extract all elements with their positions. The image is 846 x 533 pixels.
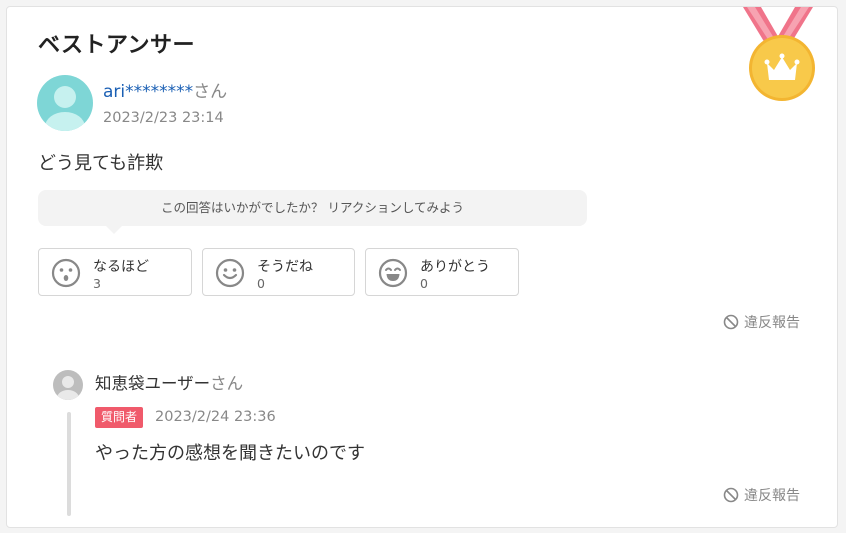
- reaction-button-soudane[interactable]: そうだね 0: [202, 248, 355, 296]
- prohibited-icon: [723, 314, 739, 330]
- surprised-face-icon: [51, 258, 81, 288]
- reaction-prompt: この回答はいかがでしたか？ リアクションしてみよう: [38, 190, 587, 226]
- avatar[interactable]: [37, 75, 93, 131]
- prompt-tail: [106, 226, 122, 234]
- best-answer-card: ベストアンサー ari********さん 2023/2/23 23:14 どう…: [6, 6, 838, 528]
- reaction-label: そうだね: [257, 259, 313, 275]
- smile-face-icon: [215, 258, 245, 288]
- questioner-name: 知恵袋ユーザー: [95, 374, 211, 393]
- report-label: 違反報告: [744, 488, 800, 504]
- reply-timestamp: 2023/2/24 23:36: [155, 409, 276, 425]
- questioner-badge: 質問者: [95, 407, 144, 428]
- reaction-label: ありがとう: [420, 259, 490, 275]
- section-title: ベストアンサー: [38, 33, 196, 58]
- happy-face-icon: [378, 258, 408, 288]
- answerer-info: ari********さん: [103, 77, 227, 102]
- questioner-suffix: さん: [210, 374, 244, 393]
- reaction-button-naruhodo[interactable]: なるほど 3: [38, 248, 192, 296]
- reaction-count: 0: [420, 276, 428, 291]
- report-label: 違反報告: [744, 315, 800, 331]
- prohibited-icon: [723, 487, 739, 503]
- reply-body: やった方の感想を聞きたいのです: [95, 443, 365, 464]
- report-link[interactable]: 違反報告: [723, 485, 800, 505]
- thread-line: [67, 412, 71, 516]
- avatar[interactable]: [53, 370, 83, 400]
- reaction-count: 3: [93, 276, 101, 291]
- reaction-label: なるほど: [93, 259, 149, 275]
- answerer-suffix: さん: [193, 82, 228, 102]
- answerer-name-link[interactable]: ari********: [103, 82, 193, 102]
- answer-body: どう見ても詐欺: [38, 153, 164, 174]
- questioner-info: 知恵袋ユーザーさん: [95, 370, 243, 394]
- reaction-button-arigatou[interactable]: ありがとう 0: [365, 248, 519, 296]
- gold-medal-icon: [743, 7, 815, 101]
- answer-timestamp: 2023/2/23 23:14: [103, 110, 224, 126]
- reaction-count: 0: [257, 276, 265, 291]
- report-link[interactable]: 違反報告: [723, 312, 800, 332]
